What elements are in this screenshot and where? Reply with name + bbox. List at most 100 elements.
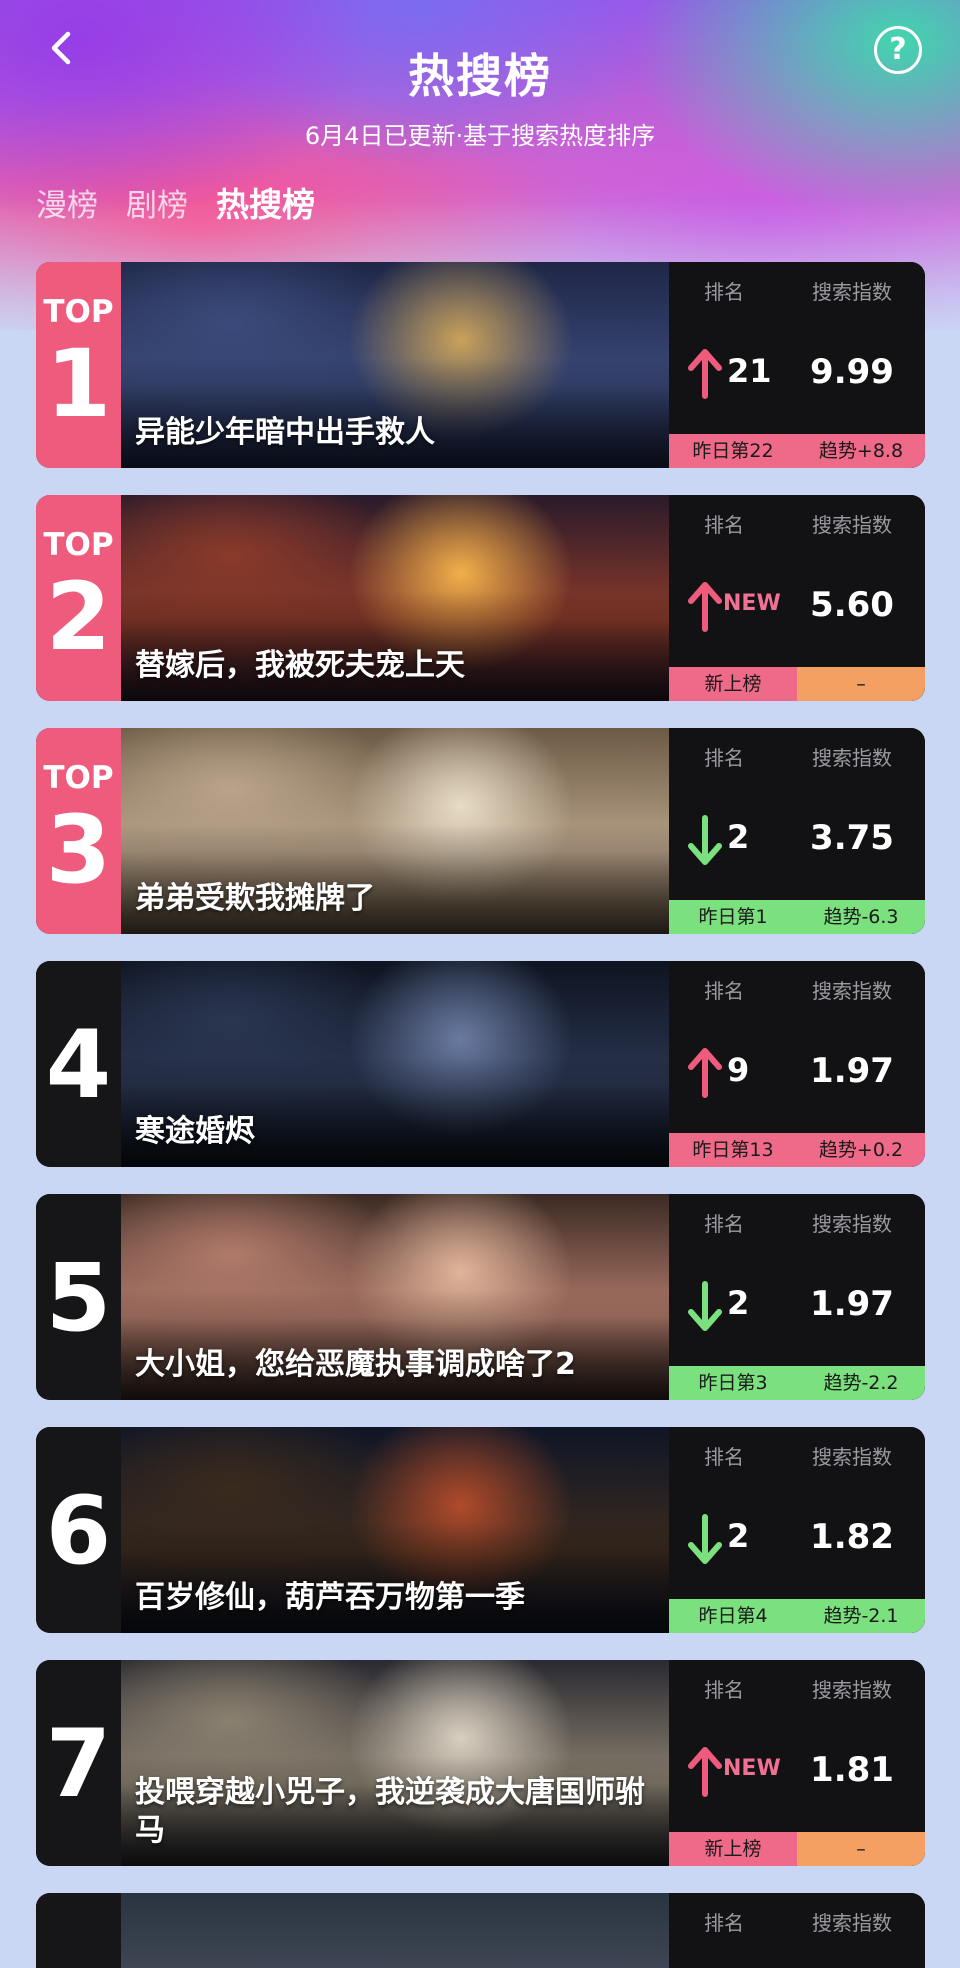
stats-row: 21 9.99 <box>669 342 925 402</box>
index-header: 搜索指数 <box>812 280 892 304</box>
top-label: TOP <box>43 527 114 563</box>
rank-badge: TOP 2 <box>36 495 121 701</box>
stats-footer: 昨日第22 趋势+8.8 <box>669 434 925 468</box>
show-title: 百岁修仙，葫芦吞万物第一季 <box>135 1580 525 1615</box>
trend-value: – <box>797 667 925 701</box>
stats-header: 排名 搜索指数 <box>669 276 925 305</box>
page-subtitle: 6月4日已更新·基于搜索热度排序 <box>304 122 656 150</box>
rank-change-value: 2 <box>727 1517 750 1555</box>
stats-panel: 排名 搜索指数 2 1.97 昨日第3 趋势-2.2 <box>669 1194 925 1400</box>
stats-footer: 昨日第4 趋势-2.1 <box>669 1599 925 1633</box>
rank-change: 21 <box>669 342 779 402</box>
ranking-card[interactable]: 6 百岁修仙，葫芦吞万物第一季 排名 搜索指数 2 1.82 昨日第4 趋势-2.1 <box>36 1427 925 1633</box>
ranking-card[interactable]: TOP 3 弟弟受欺我摊牌了 排名 搜索指数 2 3.75 昨日第1 趋势-6.3 <box>36 728 925 934</box>
stats-row: 2 3.75 <box>669 808 925 868</box>
arrow-up-icon <box>688 582 722 632</box>
rank-badge <box>36 1893 121 1968</box>
stats-footer: 新上榜 – <box>669 1832 925 1866</box>
top-label: TOP <box>43 294 114 330</box>
tab-comic[interactable]: 漫榜 <box>36 180 98 225</box>
ranking-card[interactable]: 排名 搜索指数 <box>36 1893 925 1968</box>
search-index-value: 1.97 <box>810 1051 894 1091</box>
stats-header: 排名 搜索指数 <box>669 1907 925 1936</box>
ranking-card[interactable]: 5 大小姐，您给恶魔执事调成啥了2 排名 搜索指数 2 1.97 昨日第3 趋势-2.2 <box>36 1194 925 1400</box>
rank-number: 1 <box>45 330 112 439</box>
yesterday-rank: 昨日第22 <box>669 434 797 468</box>
stats-panel: 排名 搜索指数 <box>669 1893 925 1968</box>
stats-footer: 昨日第13 趋势+0.2 <box>669 1133 925 1167</box>
help-button[interactable]: ? <box>874 26 922 74</box>
ranking-card[interactable]: 7 投喂穿越小兕子，我逆袭成大唐国师驸马 排名 搜索指数 NEW 1.81 新上榜 – <box>36 1660 925 1866</box>
index-header: 搜索指数 <box>812 1212 892 1236</box>
rank-change: 9 <box>669 1041 779 1101</box>
cover-image[interactable]: 替嫁后，我被死夫宠上天 <box>121 495 669 701</box>
stats-row: 2 1.97 <box>669 1274 925 1334</box>
show-title: 寒途婚烬 <box>135 1114 255 1149</box>
show-title: 异能少年暗中出手救人 <box>135 415 435 450</box>
stats-header: 排名 搜索指数 <box>669 742 925 771</box>
stats-header: 排名 搜索指数 <box>669 509 925 538</box>
rank-badge: 7 <box>36 1660 121 1866</box>
ranking-card[interactable]: TOP 2 替嫁后，我被死夫宠上天 排名 搜索指数 NEW 5.60 新上榜 – <box>36 495 925 701</box>
rank-change-value: NEW <box>723 591 781 616</box>
arrow-up-icon <box>688 1048 722 1098</box>
rank-header: 排名 <box>704 1911 744 1935</box>
page-title: 热搜榜 <box>408 49 552 103</box>
yesterday-rank: 昨日第13 <box>669 1133 797 1167</box>
top-label: TOP <box>43 760 114 796</box>
cover-image[interactable] <box>121 1893 669 1968</box>
trend-value: 趋势+0.2 <box>797 1133 925 1167</box>
rank-header: 排名 <box>704 1212 744 1236</box>
stats-panel: 排名 搜索指数 2 1.82 昨日第4 趋势-2.1 <box>669 1427 925 1633</box>
cover-image[interactable]: 百岁修仙，葫芦吞万物第一季 <box>121 1427 669 1633</box>
rank-number: 3 <box>45 796 112 905</box>
rank-header: 排名 <box>704 979 744 1003</box>
stats-row: NEW 5.60 <box>669 575 925 635</box>
yesterday-rank: 昨日第4 <box>669 1599 797 1633</box>
cover-image[interactable]: 大小姐，您给恶魔执事调成啥了2 <box>121 1194 669 1400</box>
trend-value: 趋势-2.1 <box>797 1599 925 1633</box>
rank-header: 排名 <box>704 513 744 537</box>
arrow-down-icon <box>688 815 722 865</box>
tab-drama[interactable]: 剧榜 <box>126 180 188 225</box>
rank-badge: 4 <box>36 961 121 1167</box>
arrow-down-icon <box>688 1514 722 1564</box>
tab-hot-search[interactable]: 热搜榜 <box>216 178 315 226</box>
cover-image[interactable]: 投喂穿越小兕子，我逆袭成大唐国师驸马 <box>121 1660 669 1866</box>
cover-image[interactable]: 异能少年暗中出手救人 <box>121 262 669 468</box>
rank-number: 7 <box>45 1710 112 1819</box>
rank-header: 排名 <box>704 1445 744 1469</box>
trend-value: – <box>797 1832 925 1866</box>
arrow-down-icon <box>688 1281 722 1331</box>
rank-change: 2 <box>669 1507 779 1567</box>
rank-header: 排名 <box>704 746 744 770</box>
rank-header: 排名 <box>704 1678 744 1702</box>
ranking-card[interactable]: 4 寒途婚烬 排名 搜索指数 9 1.97 昨日第13 趋势+0.2 <box>36 961 925 1167</box>
ranking-card[interactable]: TOP 1 异能少年暗中出手救人 排名 搜索指数 21 9.99 昨日第22 趋势+8.8 <box>36 262 925 468</box>
search-index-value: 1.97 <box>810 1284 894 1324</box>
trend-value: 趋势-6.3 <box>797 900 925 934</box>
rank-badge: 5 <box>36 1194 121 1400</box>
stats-row: 9 1.97 <box>669 1041 925 1101</box>
yesterday-rank: 昨日第1 <box>669 900 797 934</box>
arrow-up-icon <box>688 349 722 399</box>
cover-image[interactable]: 寒途婚烬 <box>121 961 669 1167</box>
stats-row: 2 1.82 <box>669 1507 925 1567</box>
show-title: 弟弟受欺我摊牌了 <box>135 881 375 916</box>
stats-panel: 排名 搜索指数 21 9.99 昨日第22 趋势+8.8 <box>669 262 925 468</box>
show-title: 投喂穿越小兕子，我逆袭成大唐国师驸马 <box>135 1775 645 1848</box>
index-header: 搜索指数 <box>812 513 892 537</box>
cover-image[interactable]: 弟弟受欺我摊牌了 <box>121 728 669 934</box>
show-title: 大小姐，您给恶魔执事调成啥了2 <box>135 1347 576 1382</box>
search-index-value: 9.99 <box>810 352 894 392</box>
index-header: 搜索指数 <box>812 1678 892 1702</box>
search-index-value: 3.75 <box>810 818 894 858</box>
stats-header: 排名 搜索指数 <box>669 975 925 1004</box>
ranking-list: TOP 1 异能少年暗中出手救人 排名 搜索指数 21 9.99 昨日第22 趋势+8.8 TOP… <box>36 262 925 1968</box>
stats-panel: 排名 搜索指数 NEW 5.60 新上榜 – <box>669 495 925 701</box>
rank-change: 2 <box>669 1274 779 1334</box>
rank-change: NEW <box>669 575 781 635</box>
stats-footer: 新上榜 – <box>669 667 925 701</box>
stats-panel: 排名 搜索指数 2 3.75 昨日第1 趋势-6.3 <box>669 728 925 934</box>
rank-change-value: 21 <box>727 352 772 390</box>
